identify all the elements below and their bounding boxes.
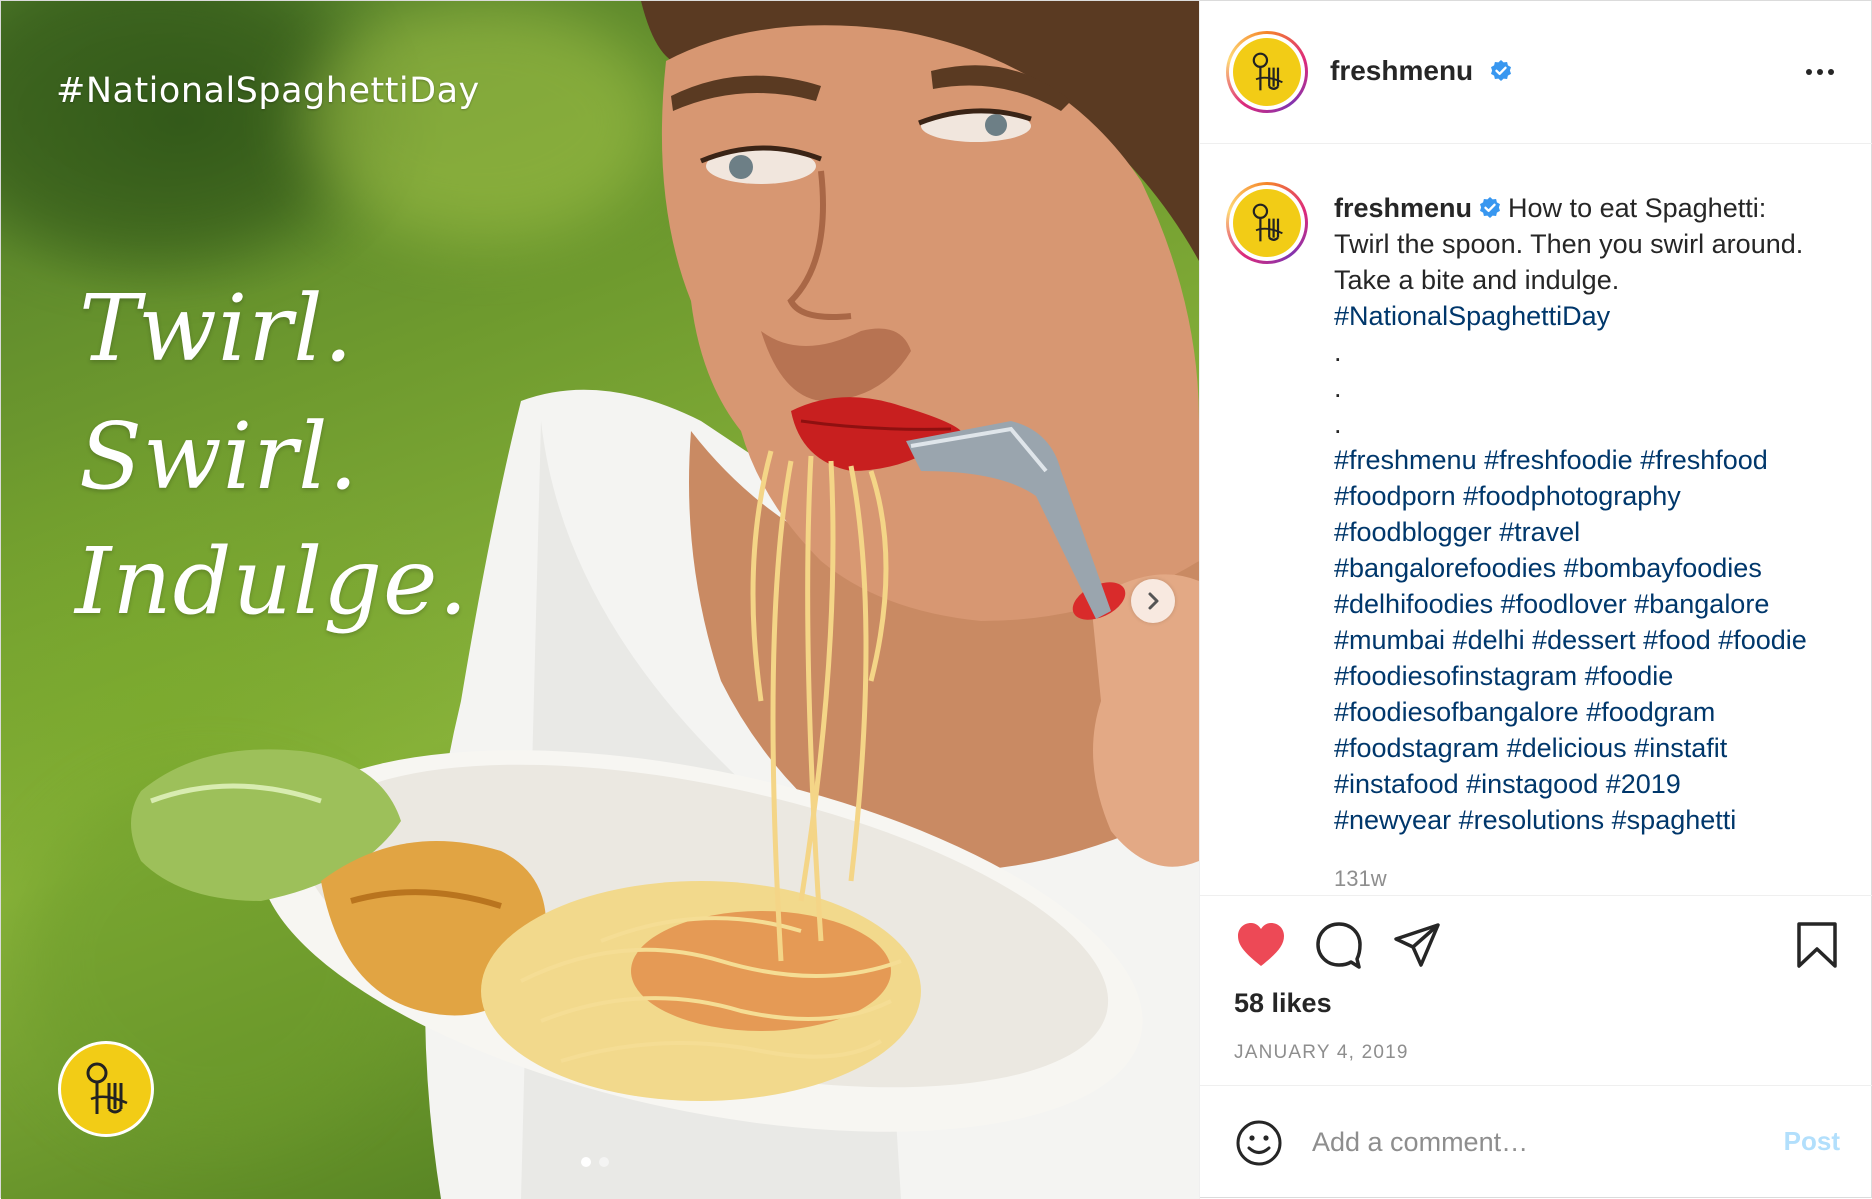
heart-icon	[1238, 923, 1284, 966]
more-icon	[1806, 69, 1812, 75]
share-button[interactable]	[1390, 920, 1444, 970]
chevron-right-icon	[1148, 592, 1159, 610]
username-text[interactable]: freshmenu	[1330, 55, 1473, 86]
carousel-dot	[599, 1157, 609, 1167]
caption-hashtag[interactable]: #NationalSpaghettiDay	[1334, 298, 1854, 334]
caption-hashtag-row[interactable]: #newyear #resolutions #spaghetti	[1334, 802, 1854, 838]
caption-hashtag-row[interactable]: #bangalorefoodies #bombayfoodies	[1334, 550, 1854, 586]
caption-dot: .	[1334, 337, 1342, 367]
freshmenu-logo-icon	[1252, 203, 1283, 242]
post-caption: freshmenu How to eat Spaghetti: Twirl th…	[1334, 190, 1854, 838]
freshmenu-logo-icon	[86, 1062, 128, 1114]
caption-hashtag-row[interactable]: #instafood #instagood #2019	[1334, 766, 1854, 802]
image-script-line-2: Swirl.	[79, 403, 359, 510]
caption-text-line: How to eat Spaghetti:	[1508, 193, 1767, 223]
like-button[interactable]	[1234, 920, 1288, 970]
caption-username[interactable]: freshmenu	[1334, 193, 1472, 223]
header-username[interactable]: freshmenu	[1330, 55, 1513, 87]
avatar[interactable]	[1226, 31, 1308, 113]
caption-hashtag-row[interactable]: #foodiesofbangalore #foodgram	[1334, 694, 1854, 730]
caption-section: freshmenu How to eat Spaghetti: Twirl th…	[1200, 144, 1872, 896]
image-script-line-1: Twirl.	[79, 275, 354, 382]
more-options-button[interactable]	[1800, 57, 1840, 87]
comment-input[interactable]	[1312, 1116, 1752, 1168]
image-hashtag-text: #NationalSpaghettiDay	[56, 71, 480, 111]
caption-hashtag-row[interactable]: #delhifoodies #foodlover #bangalore	[1334, 586, 1854, 622]
post-actions: 58 likes JANUARY 4, 2019	[1200, 896, 1872, 1086]
carousel-next-button[interactable]	[1131, 579, 1175, 623]
caption-time-ago[interactable]: 131w	[1334, 866, 1387, 892]
instagram-post: #NationalSpaghettiDay Twirl. Swirl. Indu…	[0, 0, 1872, 1199]
comment-form: Post	[1200, 1086, 1872, 1199]
save-button[interactable]	[1794, 920, 1840, 970]
comment-icon	[1316, 922, 1362, 969]
freshmenu-logo	[1233, 38, 1301, 106]
comment-button[interactable]	[1312, 920, 1366, 970]
freshmenu-logo-icon	[1252, 52, 1283, 91]
avatar-border	[1229, 185, 1305, 261]
freshmenu-logo	[1233, 189, 1301, 257]
carousel-indicator	[581, 1157, 609, 1167]
more-icon	[1828, 69, 1834, 75]
avatar-border	[1229, 34, 1305, 110]
freshmenu-logo	[58, 1041, 154, 1137]
likes-count[interactable]: 58 likes	[1234, 988, 1332, 1019]
caption-hashtag-row[interactable]: #foodporn #foodphotography	[1334, 478, 1854, 514]
post-image[interactable]: #NationalSpaghettiDay Twirl. Swirl. Indu…	[1, 1, 1199, 1199]
bookmark-icon	[1797, 922, 1837, 968]
verified-icon	[1490, 60, 1511, 81]
verified-icon	[1480, 197, 1501, 218]
post-date: JANUARY 4, 2019	[1234, 1042, 1409, 1063]
post-header: freshmenu	[1200, 1, 1872, 144]
more-icon	[1817, 69, 1823, 75]
caption-text-line: Twirl the spoon. Then you swirl around.	[1334, 229, 1804, 259]
emoji-button[interactable]	[1234, 1118, 1284, 1168]
avatar[interactable]	[1226, 182, 1308, 264]
image-script-line-3: Indulge.	[75, 528, 469, 635]
caption-hashtag-row[interactable]: #foodiesofinstagram #foodie	[1334, 658, 1854, 694]
carousel-dot-active	[581, 1157, 591, 1167]
caption-dot: .	[1334, 373, 1342, 403]
caption-hashtag-row[interactable]: #foodstagram #delicious #instafit	[1334, 730, 1854, 766]
caption-text-line: Take a bite and indulge.	[1334, 265, 1620, 295]
caption-hashtag-row[interactable]: #freshmenu #freshfoodie #freshfood	[1334, 442, 1854, 478]
caption-hashtag-row[interactable]: #mumbai #delhi #dessert #food #foodie	[1334, 622, 1854, 658]
post-comment-button[interactable]: Post	[1784, 1126, 1840, 1157]
post-side-panel: freshmenu freshmenu How to eat Spaghetti…	[1199, 1, 1872, 1199]
share-icon	[1394, 923, 1440, 967]
caption-hashtag-row[interactable]: #foodblogger #travel	[1334, 514, 1854, 550]
emoji-icon	[1236, 1120, 1282, 1166]
caption-first-line: freshmenu How to eat Spaghetti:	[1334, 190, 1854, 226]
caption-dot: .	[1334, 409, 1342, 439]
